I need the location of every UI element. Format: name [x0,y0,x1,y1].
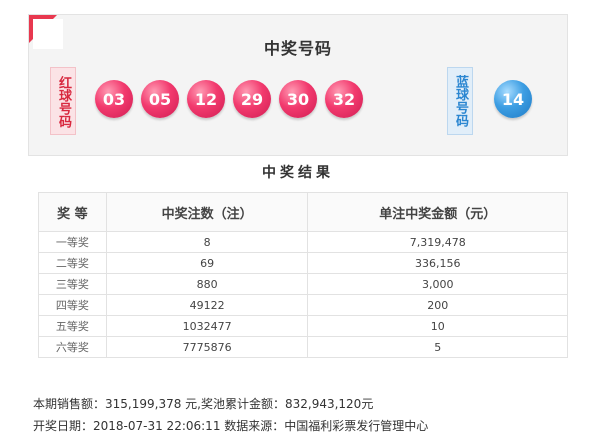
red-ball: 32 [325,80,363,118]
column-header-count: 中奖注数（注） [105,192,309,232]
prize-level: 四等奖 [38,294,107,316]
red-ball: 29 [233,80,271,118]
table-row: 五等奖 1032477 10 [38,315,568,337]
table-row: 四等奖 49122 200 [38,294,568,316]
red-ball: 05 [141,80,179,118]
prize-amount: 3,000 [307,273,568,295]
prize-amount: 336,156 [307,252,568,274]
prize-level: 二等奖 [38,252,107,274]
red-ball-label: 红球号码 [50,67,76,135]
prize-amount: 5 [307,336,568,358]
prize-level: 三等奖 [38,273,107,295]
prize-amount: 7,319,478 [307,231,568,253]
winner-count: 7775876 [105,336,309,358]
column-header-amount: 单注中奖金额（元） [307,192,568,232]
prize-level: 六等奖 [38,336,107,358]
winner-count: 49122 [105,294,309,316]
prize-level: 五等奖 [38,315,107,337]
red-ball: 03 [95,80,133,118]
prize-amount: 10 [307,315,568,337]
red-ball: 12 [187,80,225,118]
panel-title: 中奖号码 [263,39,332,58]
red-ball: 30 [279,80,317,118]
blue-ball-label: 蓝球号码 [447,67,473,135]
prize-level: 一等奖 [38,231,107,253]
winning-numbers-panel: 中奖号码 红球号码 03 05 12 29 30 32 蓝球号码 14 [28,14,568,156]
winner-count: 1032477 [105,315,309,337]
table-row: 六等奖 7775876 5 [38,336,568,358]
prize-amount: 200 [307,294,568,316]
results-table: 奖 等 中奖注数（注） 单注中奖金额（元） 一等奖 8 7,319,478 二等… [38,192,568,358]
table-row: 三等奖 880 3,000 [38,273,568,295]
winner-count: 69 [105,252,309,274]
blue-ball: 14 [494,80,532,118]
sales-summary: 本期销售额：315,199,378 元,奖池累计金额：832,943,120元 [33,397,374,411]
table-row: 二等奖 69 336,156 [38,252,568,274]
results-title: 中奖结果 [262,165,334,181]
winner-count: 880 [105,273,309,295]
column-header-level: 奖 等 [38,192,107,232]
winner-count: 8 [105,231,309,253]
table-row: 一等奖 8 7,319,478 [38,231,568,253]
draw-date-source: 开奖日期：2018-07-31 22:06:11 数据来源：中国福利彩票发行管理… [33,419,429,433]
table-header-row: 奖 等 中奖注数（注） 单注中奖金额（元） [38,192,568,232]
